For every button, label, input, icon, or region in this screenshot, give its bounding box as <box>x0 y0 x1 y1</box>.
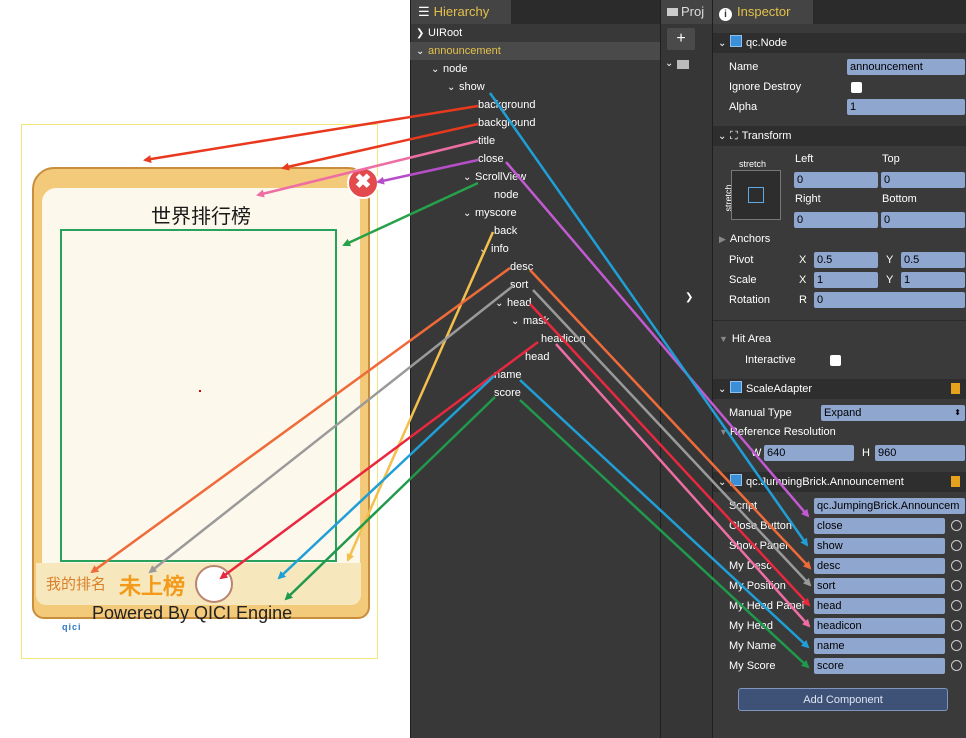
annotation-arrows <box>90 92 812 669</box>
arrow-background-1 <box>143 104 479 163</box>
arrow-prop-name <box>519 379 810 649</box>
arrow-head <box>219 340 539 580</box>
arrow-name <box>277 375 495 580</box>
arrow-prop-close <box>505 161 810 518</box>
arrow-prop-desc <box>529 269 812 570</box>
arrow-prop-show <box>488 92 809 547</box>
arrow-scrollview <box>342 181 479 247</box>
arrow-prop-headicon <box>555 343 811 628</box>
arrow-background-2 <box>281 122 479 171</box>
arrow-score <box>284 396 496 601</box>
arrow-close <box>376 158 479 185</box>
arrow-prop-score <box>519 399 810 669</box>
